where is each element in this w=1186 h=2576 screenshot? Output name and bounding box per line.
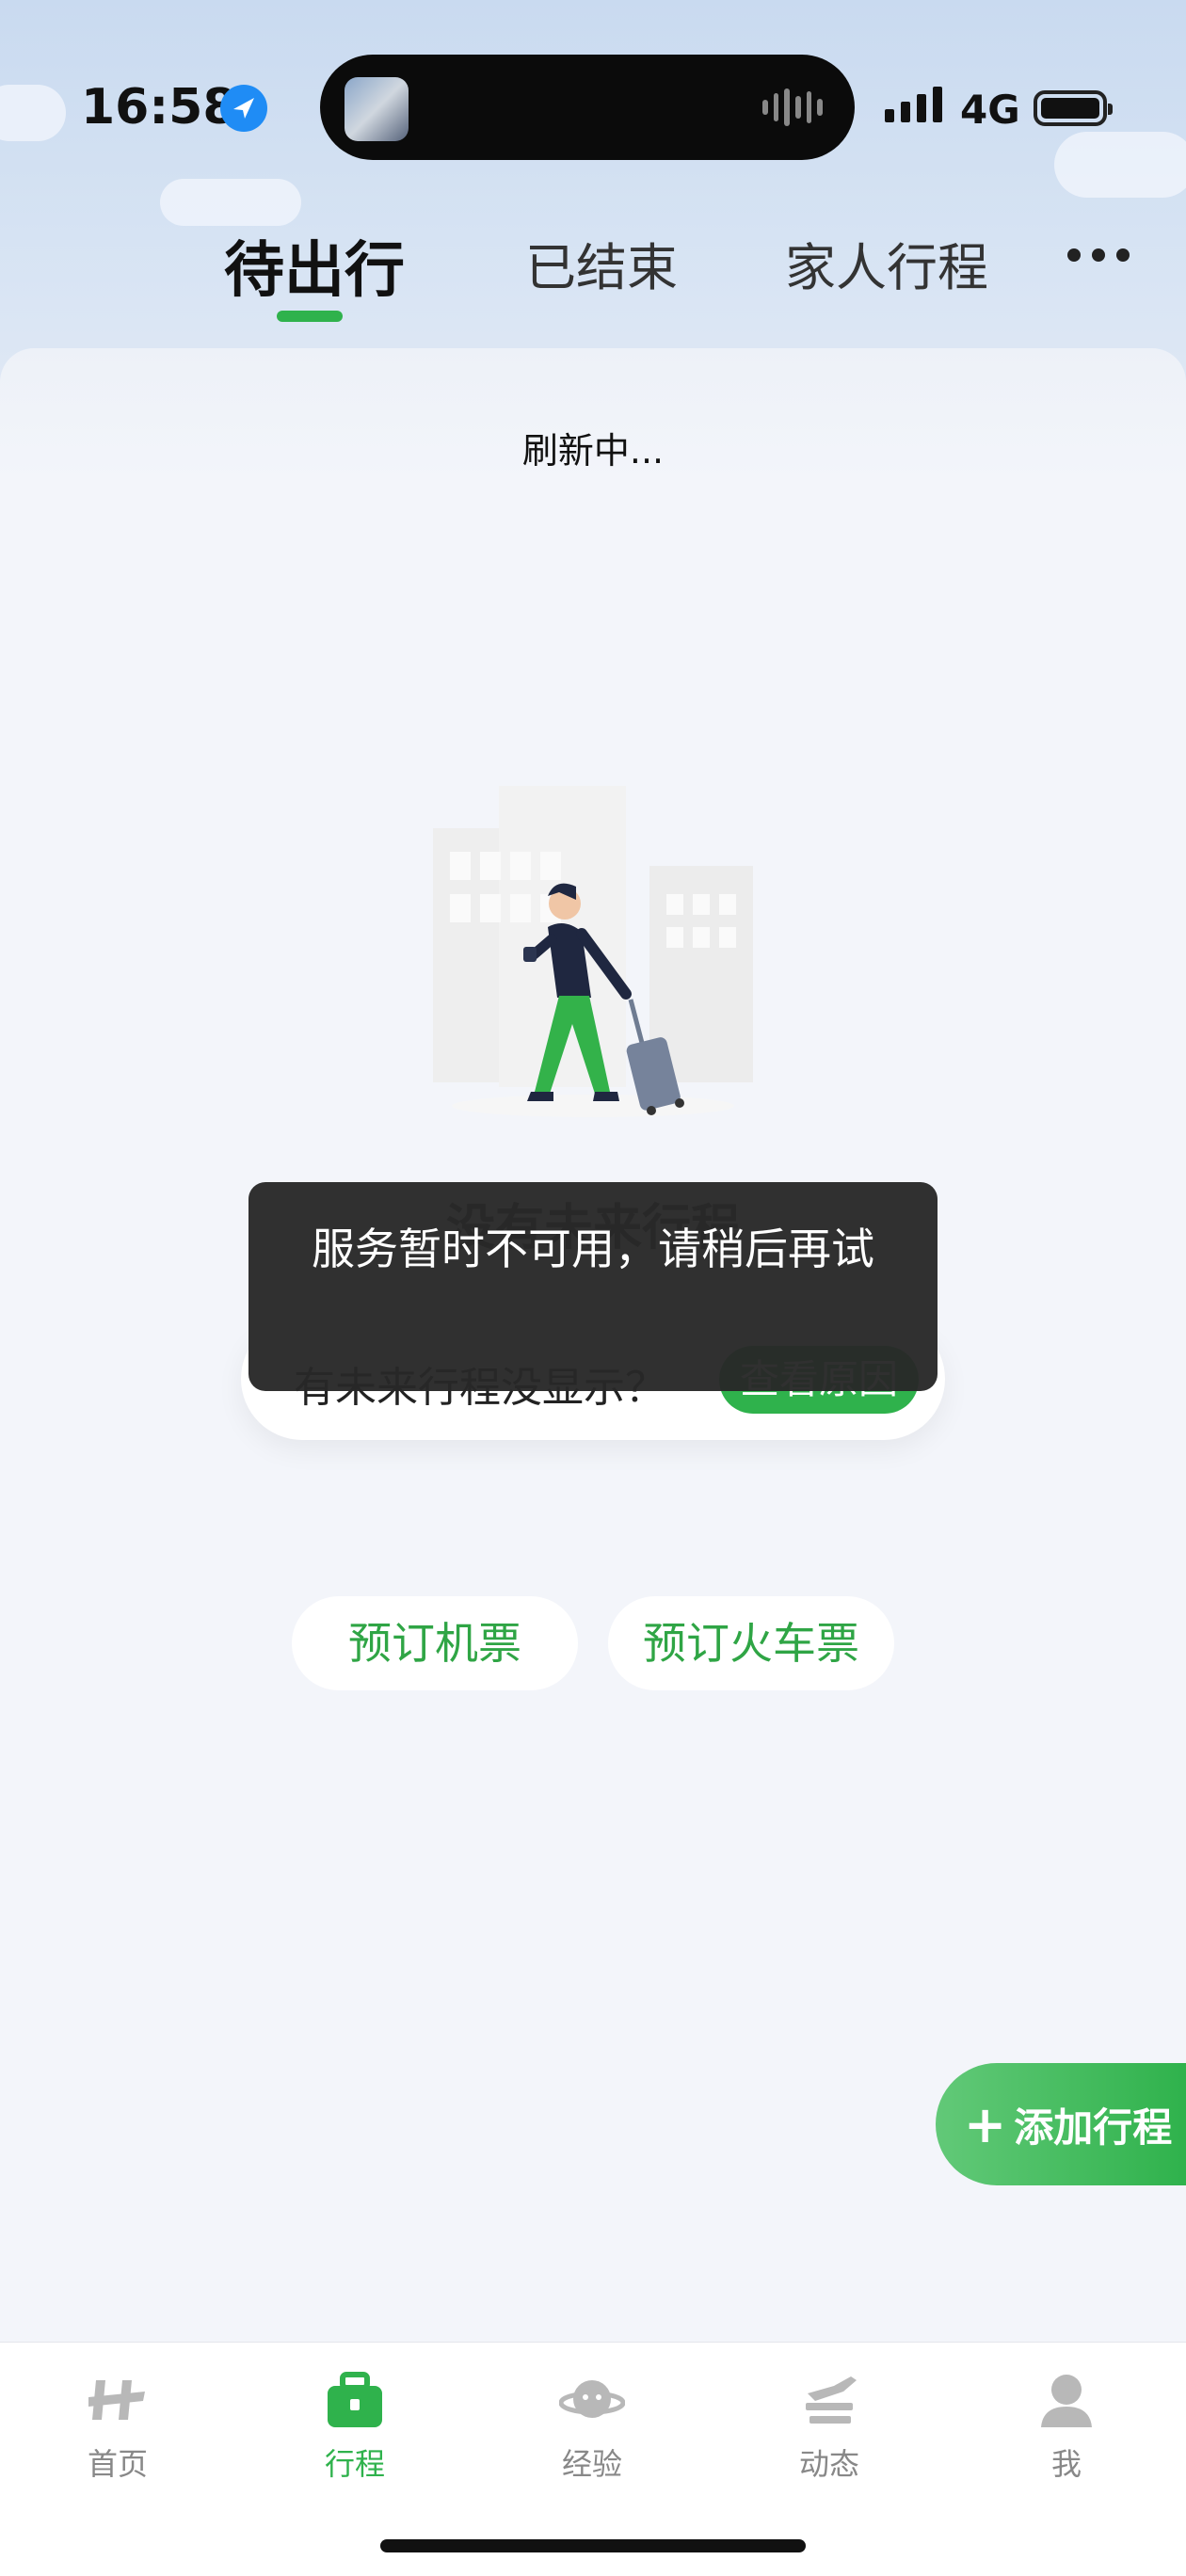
book-train-button[interactable]: 预订火车票 — [608, 1596, 894, 1690]
user-icon — [1041, 2375, 1092, 2427]
more-options-icon[interactable] — [1067, 248, 1130, 262]
audio-wave-icon — [762, 87, 824, 128]
nav-item-me[interactable]: 我 — [996, 2371, 1137, 2484]
dynamic-island[interactable] — [320, 55, 855, 160]
plus-icon: + — [964, 2094, 1007, 2154]
flight-status-icon — [806, 2376, 857, 2424]
error-toast: 服务暂时不可用，请稍后再试 — [248, 1182, 938, 1391]
nav-item-trips[interactable]: 行程 — [284, 2371, 425, 2484]
add-trip-label: 添加行程 — [1014, 2104, 1173, 2151]
nav-item-home[interactable]: 首页 — [47, 2371, 188, 2484]
suitcase-icon — [328, 2372, 382, 2427]
nav-item-updates[interactable]: 动态 — [759, 2371, 900, 2484]
status-time: 16:58 — [81, 79, 237, 136]
network-type: 4G — [960, 87, 1020, 133]
active-tab-indicator — [277, 311, 343, 322]
cellular-signal-icon — [885, 87, 942, 122]
cloud-decoration — [1054, 132, 1186, 198]
cloud-decoration — [160, 179, 301, 226]
tab-finished[interactable]: 已结束 — [525, 226, 678, 300]
tab-upcoming[interactable]: 待出行 — [224, 222, 405, 309]
home-icon — [88, 2380, 145, 2420]
tab-family-trips[interactable]: 家人行程 — [785, 226, 988, 300]
book-flight-button[interactable]: 预订机票 — [292, 1596, 578, 1690]
add-trip-button[interactable]: + 添加行程 — [936, 2063, 1186, 2185]
cloud-decoration — [0, 85, 66, 141]
traveler-illustration — [433, 786, 753, 1117]
nav-item-experience[interactable]: 经验 — [521, 2371, 663, 2484]
battery-icon — [1034, 90, 1113, 126]
home-indicator[interactable] — [380, 2539, 806, 2552]
planet-icon — [559, 2380, 625, 2418]
now-playing-thumbnail — [345, 77, 409, 141]
refresh-indicator: 刷新中... — [521, 430, 665, 472]
location-icon — [220, 85, 267, 132]
